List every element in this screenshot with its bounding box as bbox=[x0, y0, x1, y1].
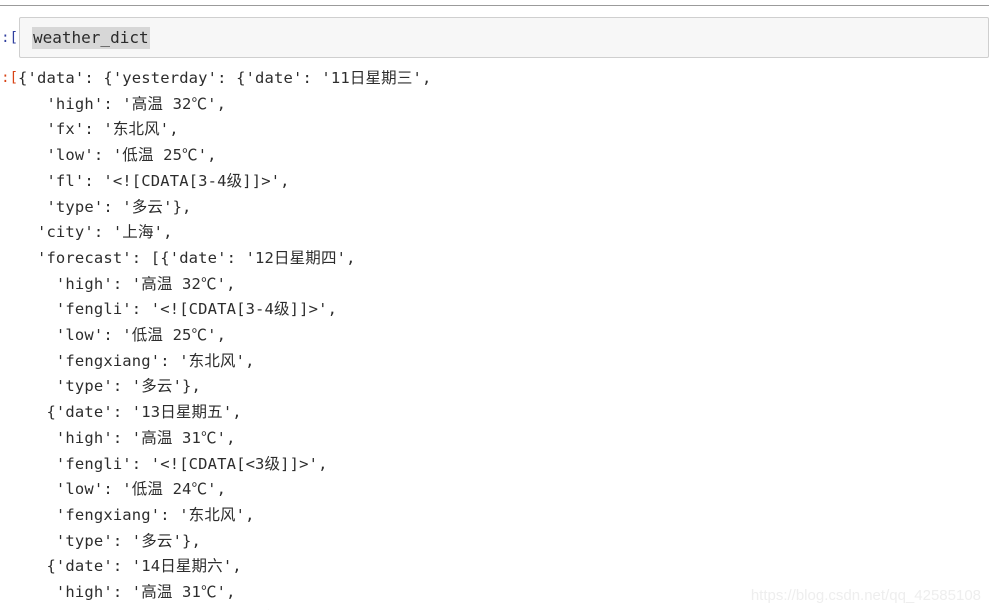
notebook-container: ]: weather_dict ]: {'data': {'yesterday'… bbox=[0, 0, 989, 610]
output-text-dict-repr: {'data': {'yesterday': {'date': '11日星期三'… bbox=[18, 69, 432, 610]
code-input-text[interactable]: weather_dict bbox=[32, 27, 150, 49]
csdn-watermark: https://blog.csdn.net/qq_42585108 bbox=[750, 587, 981, 604]
code-input-cell[interactable]: weather_dict bbox=[19, 17, 989, 58]
cell-output-area: {'data': {'yesterday': {'date': '11日星期三'… bbox=[18, 66, 989, 610]
output-prompt-label: ]: bbox=[1, 71, 18, 85]
input-prompt-label: ]: bbox=[1, 31, 18, 45]
